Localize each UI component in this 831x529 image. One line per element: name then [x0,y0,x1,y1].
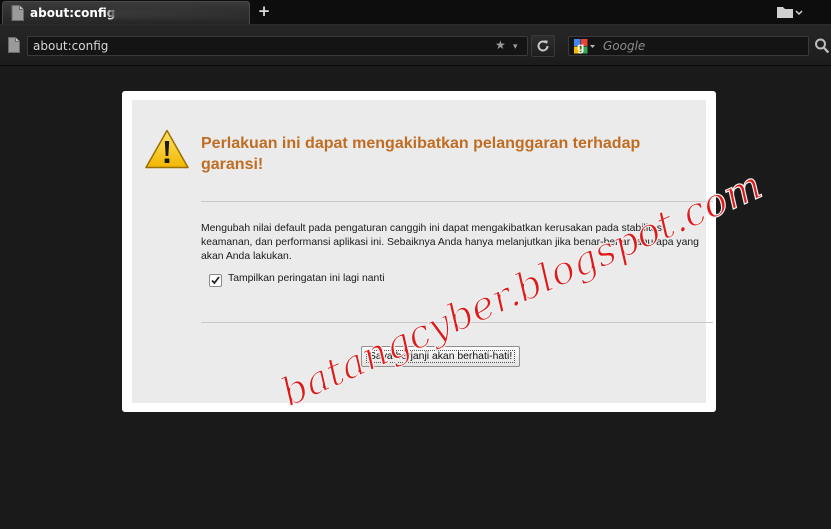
history-dropdown-icon[interactable]: ▾ [513,38,518,56]
list-all-tabs-button[interactable] [775,4,805,20]
show-warning-label[interactable]: Tampilkan peringatan ini lagi nanti [228,273,385,284]
blurred-tab-text [108,9,248,18]
warning-title: Perlakuan ini dapat mengakibatkan pelang… [201,135,641,173]
new-tab-button[interactable]: + [256,2,272,20]
search-input[interactable]: Google [603,39,645,53]
url-input[interactable]: about:config [33,39,108,53]
warning-triangle-icon [145,129,189,169]
google-icon[interactable]: g [574,39,596,54]
divider [201,201,713,202]
folder-icon [777,7,803,18]
navigation-toolbar: about:config ★ ▾ g Google [0,25,831,66]
tab-strip: about:config + [0,0,831,25]
tab-about-config[interactable]: about:config [2,1,250,24]
checkmark-icon [211,276,220,285]
bookmark-star-icon[interactable]: ★ [495,38,506,52]
page-icon [11,5,24,21]
page-identity-icon[interactable] [8,37,20,53]
search-icon[interactable] [814,37,830,55]
url-bar[interactable]: about:config ★ ▾ [27,36,528,56]
svg-text:g: g [577,40,584,54]
tab-title: about:config [30,6,116,20]
reload-button[interactable] [531,35,555,57]
show-warning-checkbox[interactable] [209,274,222,287]
reload-icon [537,40,549,52]
search-bar[interactable]: g Google [568,36,809,56]
